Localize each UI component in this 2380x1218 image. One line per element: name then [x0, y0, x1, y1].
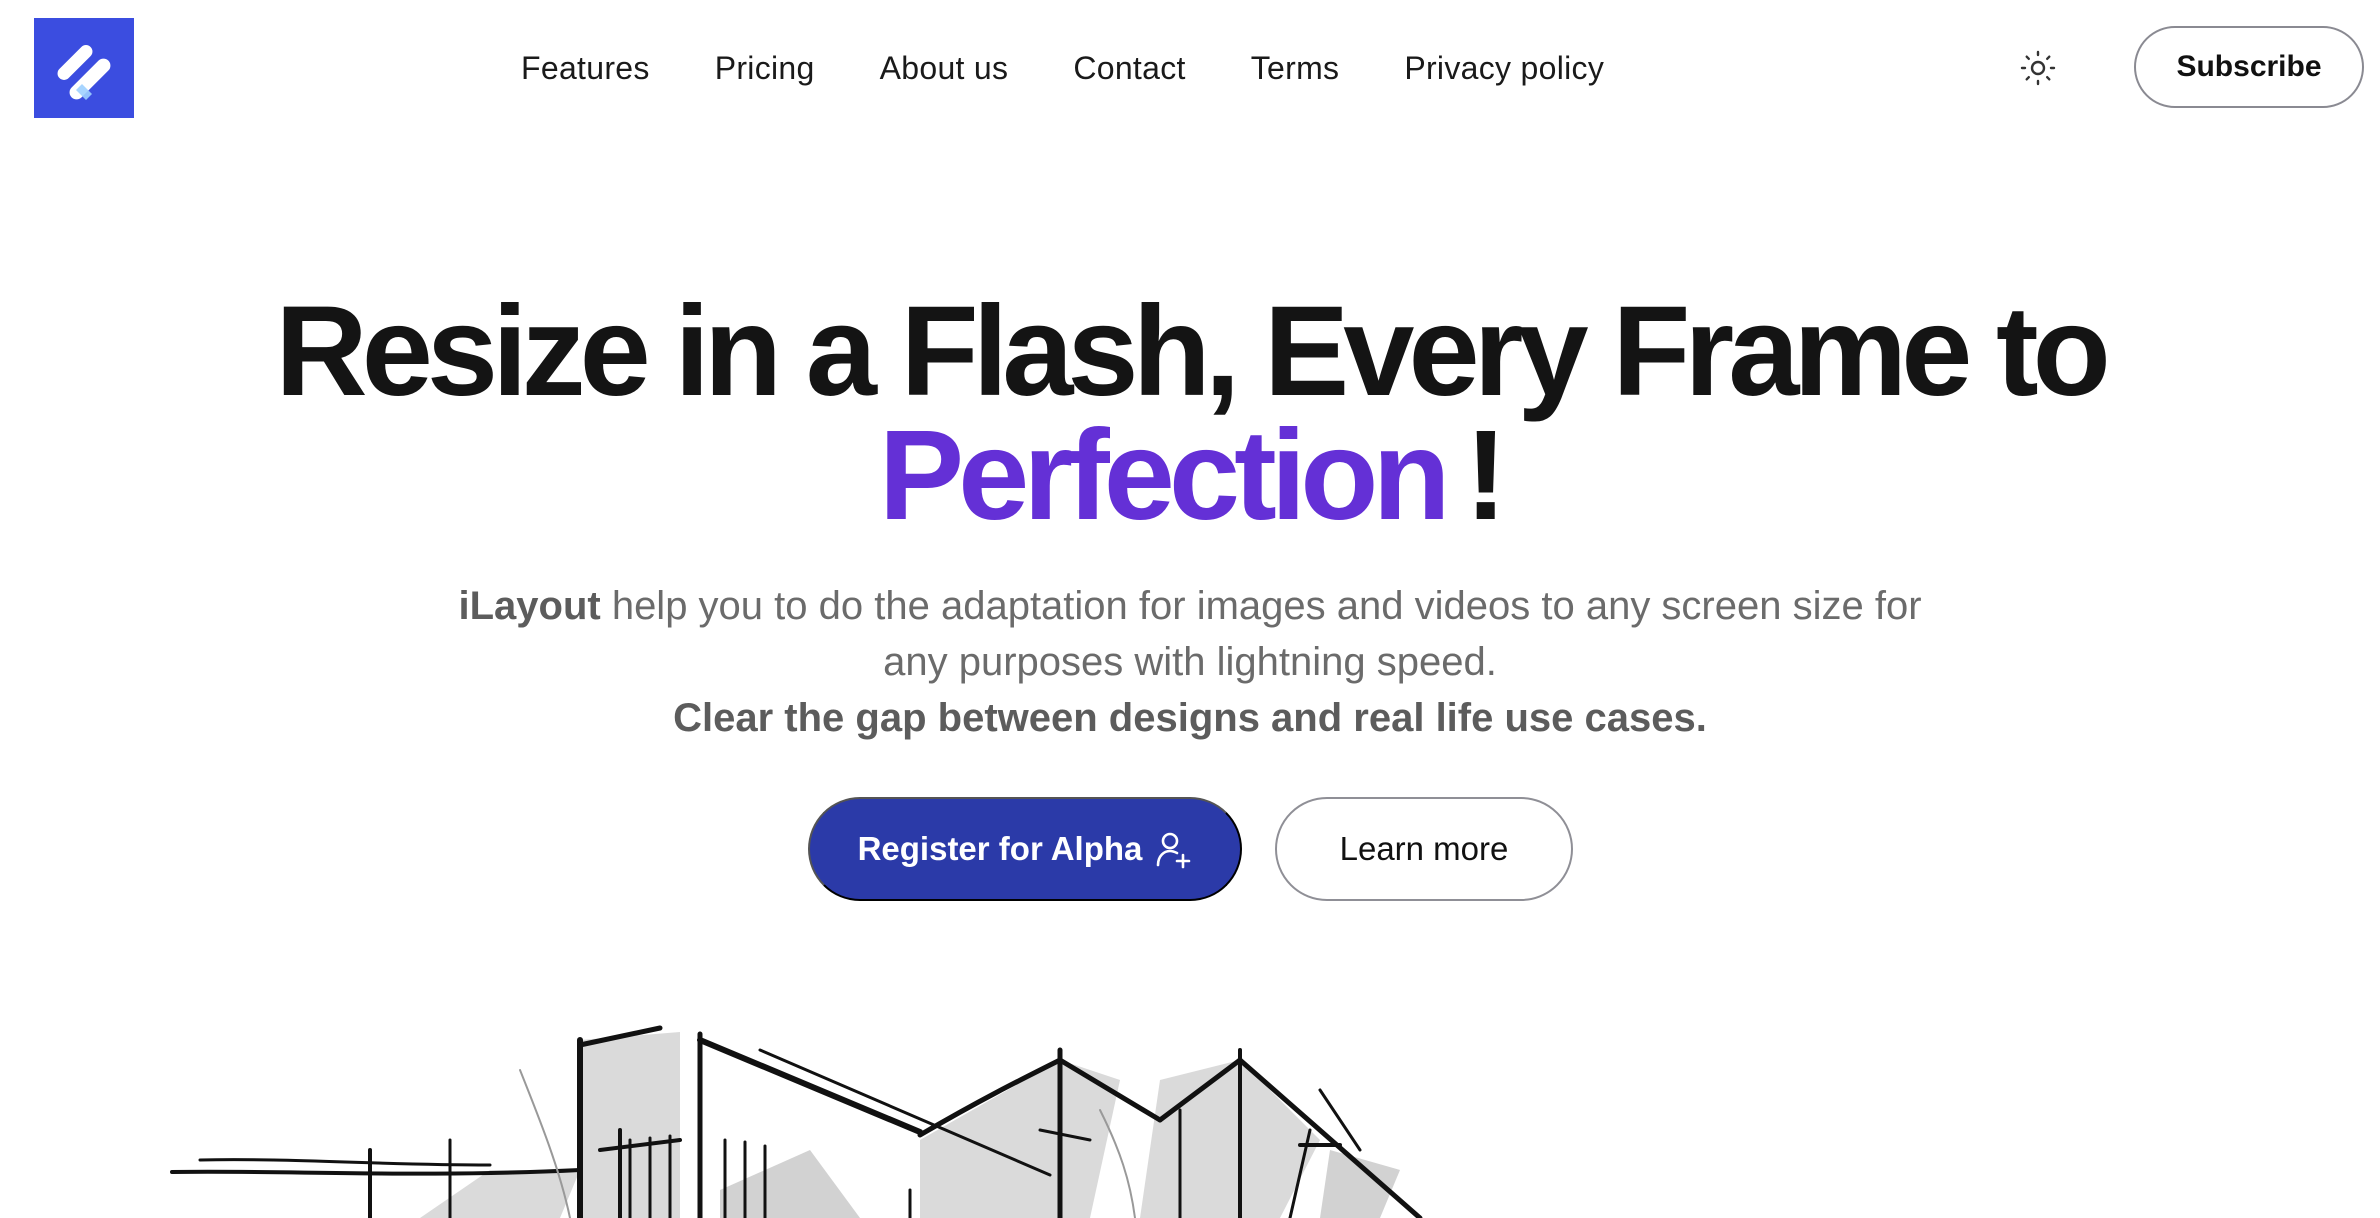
sketch-drawing [170, 1025, 1423, 1218]
hero-section: Resize in a Flash, Every Frame to Perfec… [0, 288, 2380, 540]
register-alpha-label: Register for Alpha [857, 830, 1143, 867]
user-plus-icon [1157, 832, 1191, 869]
subscribe-button[interactable]: Subscribe [2134, 26, 2364, 108]
theme-toggle-button[interactable] [2018, 48, 2058, 88]
logo-icon[interactable] [34, 18, 134, 118]
nav-terms[interactable]: Terms [1251, 50, 1340, 87]
ilayout-logo-icon [34, 18, 134, 118]
brand-name: iLayout [458, 584, 601, 628]
nav-contact[interactable]: Contact [1073, 50, 1185, 87]
headline-exclamation: ! [1464, 404, 1508, 547]
learn-more-button[interactable]: Learn more [1275, 797, 1573, 901]
hero-headline: Resize in a Flash, Every Frame to Perfec… [0, 288, 2380, 540]
building-sketch-illustration [160, 1020, 1560, 1218]
headline-accent: Perfection [878, 404, 1451, 547]
nav-features[interactable]: Features [521, 50, 650, 87]
register-alpha-button[interactable]: Register for Alpha [808, 797, 1242, 901]
hero-tagline: Clear the gap between designs and real l… [673, 696, 1707, 740]
nav-pricing[interactable]: Pricing [715, 50, 815, 87]
headline-line-1: Resize in a Flash, Every Frame to [275, 280, 2110, 423]
cta-row: Register for Alpha Learn more [808, 797, 1573, 901]
nav-about-us[interactable]: About us [880, 50, 1009, 87]
sun-icon [2020, 50, 2056, 86]
nav-privacy-policy[interactable]: Privacy policy [1404, 50, 1604, 87]
site-header: Features Pricing About us Contact Terms … [0, 0, 2380, 140]
hero-description: iLayout help you to do the adaptation fo… [0, 578, 2380, 746]
description-text: help you to do the adaptation for images… [600, 584, 1922, 684]
main-nav: Features Pricing About us Contact Terms … [521, 46, 1604, 90]
